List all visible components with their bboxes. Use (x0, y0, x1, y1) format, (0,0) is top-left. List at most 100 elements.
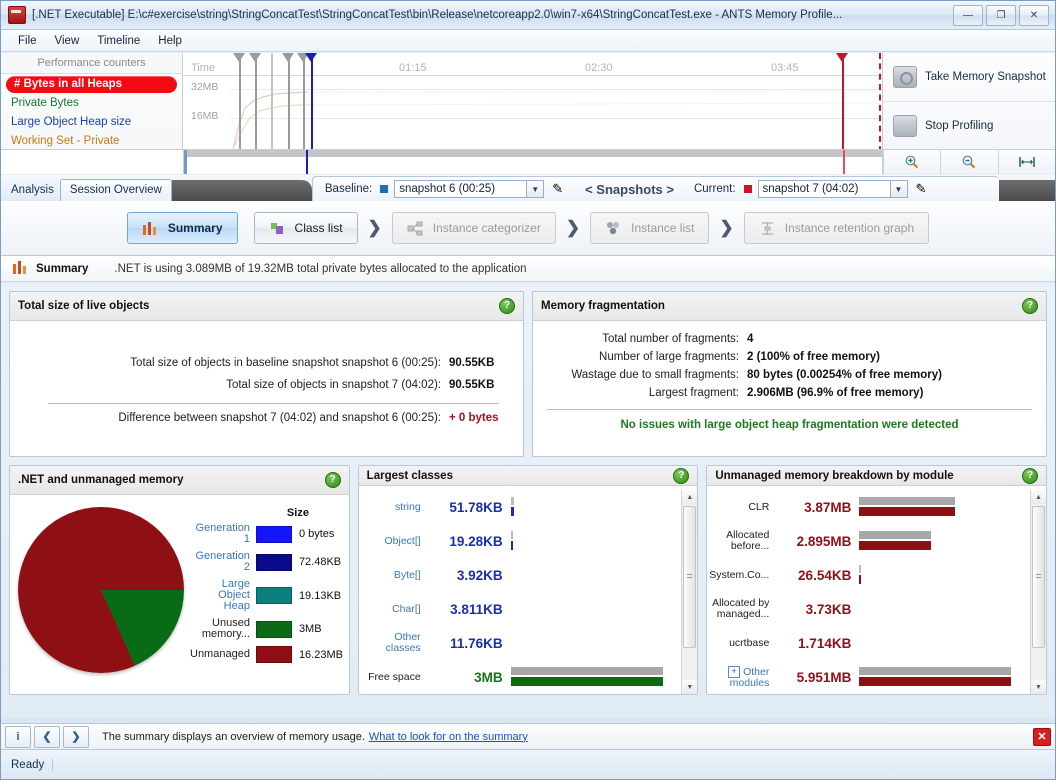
list-item[interactable]: + Other modules 5.951MB (707, 660, 1046, 694)
counter-working-set-private[interactable]: Working Set - Private (1, 133, 182, 150)
help-icon[interactable]: ? (1022, 467, 1039, 484)
scroll-down-icon[interactable]: ▼ (682, 680, 698, 694)
help-icon[interactable]: ? (499, 298, 515, 314)
take-memory-snapshot-button[interactable]: Take Memory Snapshot (883, 53, 1055, 102)
performance-counters-header: Performance counters (1, 53, 182, 74)
counter-private-bytes[interactable]: Private Bytes (1, 95, 182, 112)
fragmentation-wastage-value: 80 bytes (0.00254% of free memory) (747, 369, 942, 381)
unmanaged-modules-list: CLR 3.87MB Allocated before... 2.895MB S… (707, 490, 1047, 694)
list-item[interactable]: string 51.78KB (359, 490, 698, 524)
memory-pie-chart[interactable] (18, 507, 184, 673)
class-bar-string (510, 497, 698, 517)
info-icon[interactable]: i (5, 725, 31, 748)
zoom-in-button[interactable] (883, 150, 941, 174)
snapshot-marker[interactable] (233, 53, 245, 62)
ribbon-chevron-icon: ❯ (565, 218, 581, 237)
timeline-scrollbar[interactable] (184, 150, 883, 174)
panel-dotnet-unmanaged-memory: .NET and unmanaged memory ? Size Generat… (9, 465, 350, 695)
ribbon-button-instance-retention-graph[interactable]: Instance retention graph (743, 212, 930, 244)
status-text: Ready (11, 758, 54, 771)
menu-file[interactable]: File (9, 33, 46, 49)
close-button[interactable]: ✕ (1019, 4, 1049, 26)
legend-swatch-large-object-heap (255, 587, 292, 604)
panel-header: Largest classes ? (358, 466, 698, 486)
pie-chart-area: Size Generation 1 0 bytes Generation 2 7… (16, 503, 343, 694)
current-combo[interactable]: snapshot 7 (04:02) ▼ (757, 180, 908, 198)
hint-close-button[interactable]: ✕ (1033, 727, 1051, 746)
summary-bottom-row: .NET and unmanaged memory ? Size Generat… (9, 465, 1048, 695)
baseline-snapshot-marker[interactable] (305, 53, 317, 62)
legend-label-generation-1[interactable]: Generation 1 (190, 523, 256, 545)
class-name-string[interactable]: string (359, 501, 429, 513)
module-bar-clr (859, 497, 1046, 517)
counter-bytes-in-all-heaps[interactable]: # Bytes in all Heaps (6, 76, 177, 93)
list-item[interactable]: Other classes 11.76KB (359, 626, 698, 660)
chevron-down-icon[interactable]: ▼ (526, 181, 544, 197)
largest-classes-scrollbar[interactable]: ▲ ▼ (681, 490, 698, 694)
ribbon-button-class-list[interactable]: Class list (253, 212, 358, 244)
menu-timeline[interactable]: Timeline (88, 33, 149, 49)
list-item[interactable]: CLR 3.87MB (707, 490, 1046, 524)
chevron-down-icon[interactable]: ▼ (889, 181, 907, 197)
module-bar-other-modules (859, 667, 1046, 687)
help-icon[interactable]: ? (673, 467, 690, 484)
class-name-other-classes[interactable]: Other classes (359, 632, 429, 654)
tab-session-overview[interactable]: Session Overview (59, 179, 172, 201)
timeline-scroll-track[interactable] (184, 150, 882, 157)
ribbon-button-instance-categorizer[interactable]: Instance categorizer (391, 212, 556, 244)
minimize-button[interactable]: — (953, 4, 983, 26)
class-name-byte-array[interactable]: Byte[] (359, 569, 429, 581)
list-item[interactable]: Free space 3MB (359, 660, 698, 694)
current-snapshot-marker[interactable] (836, 53, 848, 62)
hint-prev-button[interactable]: ❮ (34, 725, 60, 748)
menu-view[interactable]: View (46, 33, 89, 49)
zoom-fit-button[interactable] (997, 150, 1055, 174)
class-bar-char-array (511, 599, 698, 619)
counter-large-object-heap-size[interactable]: Large Object Heap size (1, 114, 182, 131)
list-item[interactable]: ucrtbase 1.714KB (707, 626, 1046, 660)
list-item[interactable]: System.Co... 26.54KB (707, 558, 1046, 592)
legend-swatch-unused-memory (255, 620, 292, 638)
categorizer-icon (407, 221, 424, 236)
scroll-up-icon[interactable]: ▲ (1031, 490, 1047, 504)
list-item[interactable]: Byte[] 3.92KB (359, 558, 698, 592)
ribbon-button-instance-list[interactable]: Instance list (590, 212, 710, 244)
list-item[interactable]: Allocated before... 2.895MB (707, 524, 1046, 558)
legend-size-header: Size (286, 507, 309, 519)
panel-memory-fragmentation: Memory fragmentation ? Total number of f… (532, 291, 1047, 457)
stop-icon (893, 115, 917, 137)
class-name-char-array[interactable]: Char[] (359, 603, 429, 615)
unmanaged-modules-scrollbar[interactable]: ▲ ▼ (1030, 490, 1047, 694)
list-item[interactable]: Char[] 3.811KB (359, 592, 698, 626)
baseline-edit-pencil-icon[interactable]: ✎ (552, 181, 563, 197)
hint-next-button[interactable]: ❯ (63, 725, 89, 748)
scroll-down-icon[interactable]: ▼ (1031, 680, 1047, 694)
stop-profiling-button[interactable]: Stop Profiling (883, 102, 1055, 151)
help-icon[interactable]: ? (1022, 298, 1038, 314)
maximize-button[interactable]: ❐ (986, 4, 1016, 26)
current-edit-pencil-icon[interactable]: ✎ (916, 181, 927, 197)
list-item[interactable]: Allocated by managed... 3.73KB (707, 592, 1046, 626)
baseline-combo[interactable]: snapshot 6 (00:25) ▼ (394, 180, 545, 198)
module-name-allocated-by-managed: Allocated by managed... (712, 597, 770, 620)
legend-label-generation-2[interactable]: Generation 2 (190, 551, 256, 573)
snapshot-marker[interactable] (249, 53, 261, 62)
list-item[interactable]: Object[] 19.28KB (359, 524, 698, 558)
hint-link[interactable]: What to look for on the summary (369, 731, 528, 743)
zoom-out-button[interactable] (940, 150, 998, 174)
ribbon-button-summary[interactable]: Summary (126, 212, 238, 244)
snapshots-nav[interactable]: < Snapshots > (585, 182, 674, 197)
scrollbar-thumb[interactable] (683, 506, 697, 648)
legend-label-large-object-heap[interactable]: Large Object Heap (190, 579, 256, 612)
class-name-object-array[interactable]: Object[] (359, 535, 429, 547)
class-value-char-array: 3.811KB (450, 601, 503, 617)
snapshot-marker[interactable] (282, 53, 294, 62)
help-icon[interactable]: ? (324, 472, 341, 488)
legend-label-unmanaged: Unmanaged (190, 648, 250, 660)
window-title: [.NET Executable] E:\c#exercise\string\S… (32, 9, 843, 21)
scrollbar-thumb[interactable] (1032, 506, 1046, 648)
timeline-scroll-thumb[interactable] (184, 150, 187, 174)
scroll-up-icon[interactable]: ▲ (682, 490, 698, 504)
menu-help[interactable]: Help (149, 33, 191, 49)
module-name-other-modules[interactable]: + Other modules (707, 665, 777, 689)
